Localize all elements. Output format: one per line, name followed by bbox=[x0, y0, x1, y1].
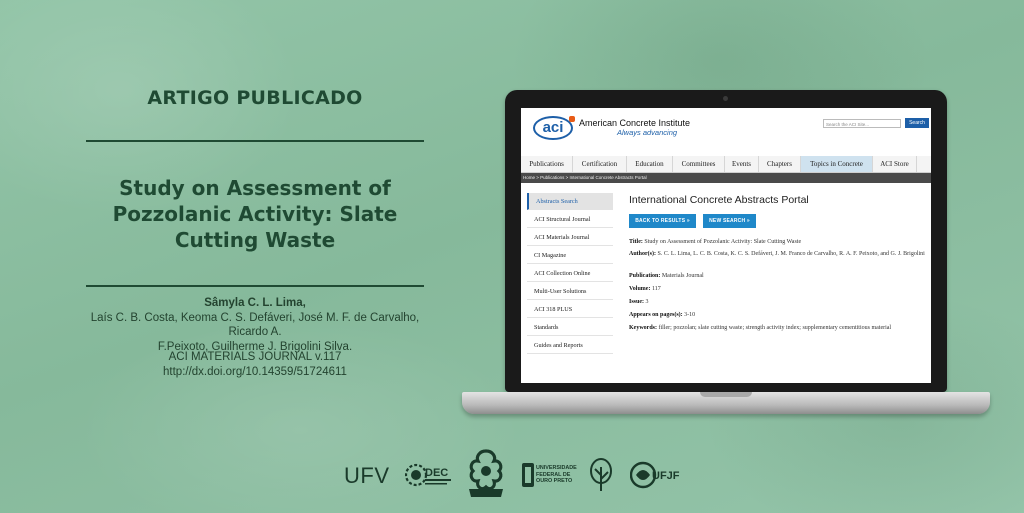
nav-publications[interactable]: Publications bbox=[521, 156, 573, 172]
nav-events[interactable]: Events bbox=[725, 156, 759, 172]
breadcrumb[interactable]: Home > Publications > International Conc… bbox=[521, 173, 931, 183]
author-line: Laís C. B. Costa, Keoma C. S. Defáveri, … bbox=[90, 311, 420, 339]
laptop-screen-frame: aci American Concrete Institute Always a… bbox=[505, 90, 947, 392]
sidebar-item-guides-reports[interactable]: Guides and Reports bbox=[527, 337, 613, 354]
dec-logo-text: DEC bbox=[425, 467, 448, 479]
research-group-logo bbox=[469, 449, 503, 497]
ufop-logo: UNIVERSIDADE FEDERAL DE OURO PRETO bbox=[522, 462, 578, 488]
field-value: Materials Journal bbox=[661, 273, 704, 279]
field-label: Volume: bbox=[629, 286, 651, 292]
nav-topics-in-concrete[interactable]: Topics in Concrete bbox=[801, 156, 873, 172]
sidebar-item-collection-online[interactable]: ACI Collection Online bbox=[527, 265, 613, 282]
nav-aci-store[interactable]: ACI Store bbox=[873, 156, 917, 172]
sidebar-item-structural-journal[interactable]: ACI Structural Journal bbox=[527, 211, 613, 228]
sidebar-item-ci-magazine[interactable]: CI Magazine bbox=[527, 247, 613, 264]
ufop-line: OURO PRETO bbox=[536, 478, 573, 484]
field-value: filler; pozzolan; slate cutting waste; s… bbox=[658, 325, 892, 331]
journal-name: ACI MATERIALS JOURNAL v.117 bbox=[168, 351, 342, 363]
nav-committees[interactable]: Committees bbox=[673, 156, 725, 172]
author-list: Sâmyla C. L. Lima, Laís C. B. Costa, Keo… bbox=[70, 296, 440, 354]
page-title: International Concrete Abstracts Portal bbox=[629, 194, 809, 206]
author-main: Sâmyla C. L. Lima, bbox=[204, 297, 306, 309]
search-button[interactable]: Search bbox=[905, 118, 929, 128]
site-header: aci American Concrete Institute Always a… bbox=[521, 108, 931, 156]
field-issue: Issue: 3 bbox=[629, 298, 927, 306]
aci-logo-accent-icon bbox=[569, 116, 575, 122]
laptop-base bbox=[462, 392, 990, 414]
field-value: 3-10 bbox=[684, 312, 696, 318]
field-pages: Appears on pages(s): 3-10 bbox=[629, 311, 927, 319]
ufop-emblem-icon bbox=[522, 463, 534, 487]
field-volume: Volume: 117 bbox=[629, 285, 927, 293]
sidebar-item-multi-user[interactable]: Multi-User Solutions bbox=[527, 283, 613, 300]
sidebar-item-materials-journal[interactable]: ACI Materials Journal bbox=[527, 229, 613, 246]
ufjf-logo-text: UFJF bbox=[652, 470, 680, 482]
field-value: 117 bbox=[651, 286, 661, 292]
sidebar-item-aci-318-plus[interactable]: ACI 318 PLUS bbox=[527, 301, 613, 318]
journal-info: ACI MATERIALS JOURNAL v.117 http://dx.do… bbox=[70, 350, 440, 380]
field-authors: Author(s): S. C. L. Lima, L. C. B. Costa… bbox=[629, 250, 927, 258]
ufop-logo-text: UNIVERSIDADE FEDERAL DE OURO PRETO bbox=[536, 465, 577, 485]
nav-chapters[interactable]: Chapters bbox=[759, 156, 801, 172]
field-label: Keywords: bbox=[629, 325, 657, 331]
field-label: Publication: bbox=[629, 273, 661, 279]
laptop-notch bbox=[700, 392, 752, 397]
ufjf-logo: UFJF bbox=[630, 461, 680, 489]
dec-logo: DEC bbox=[405, 463, 451, 487]
new-search-button[interactable]: NEW SEARCH » bbox=[703, 214, 756, 228]
back-to-results-button[interactable]: BACK TO RESULTS » bbox=[629, 214, 696, 228]
field-label: Appears on pages(s): bbox=[629, 312, 683, 318]
aci-logo[interactable]: aci bbox=[533, 116, 573, 140]
field-value: 3 bbox=[645, 299, 649, 305]
field-value: Study on Assessment of Pozzolanic Activi… bbox=[644, 239, 802, 245]
footer-logos: UFV DEC UNIVERSIDADE FEDERAL DE OURO PRE… bbox=[0, 445, 1024, 505]
org-tagline: Always advancing bbox=[617, 128, 678, 137]
field-label: Author(s): bbox=[629, 251, 656, 257]
sidebar-item-standards[interactable]: Standards bbox=[527, 319, 613, 336]
search-input[interactable]: Search the ACI Site... bbox=[823, 119, 901, 128]
divider-top bbox=[86, 140, 424, 142]
sidebar-item-abstracts-search[interactable]: Abstracts Search bbox=[527, 193, 613, 210]
nav-certification[interactable]: Certification bbox=[573, 156, 627, 172]
article-title: Study on Assessment of Pozzolanic Activi… bbox=[112, 176, 398, 252]
field-keywords: Keywords: filler; pozzolan; slate cuttin… bbox=[629, 324, 927, 332]
plant-logo bbox=[590, 458, 612, 491]
camera-icon bbox=[723, 96, 728, 101]
divider-bottom bbox=[86, 285, 424, 287]
doi-link[interactable]: http://dx.doi.org/10.14359/51724611 bbox=[70, 365, 440, 380]
field-label: Title: bbox=[629, 239, 643, 245]
field-publication: Publication: Materials Journal bbox=[629, 272, 927, 280]
field-label: Issue: bbox=[629, 299, 645, 305]
ufv-logo: UFV bbox=[344, 463, 390, 488]
org-name: American Concrete Institute bbox=[579, 118, 691, 128]
field-value: S. C. L. Lima, L. C. B. Costa, K. C. S. … bbox=[657, 251, 925, 257]
ufop-line: UNIVERSIDADE bbox=[536, 465, 577, 471]
browser-screen: aci American Concrete Institute Always a… bbox=[521, 108, 931, 383]
main-nav: Publications Certification Education Com… bbox=[521, 156, 931, 173]
nav-education[interactable]: Education bbox=[627, 156, 673, 172]
poster-kicker: ARTIGO PUBLICADO bbox=[147, 87, 363, 109]
field-title: Title: Study on Assessment of Pozzolanic… bbox=[629, 238, 927, 246]
